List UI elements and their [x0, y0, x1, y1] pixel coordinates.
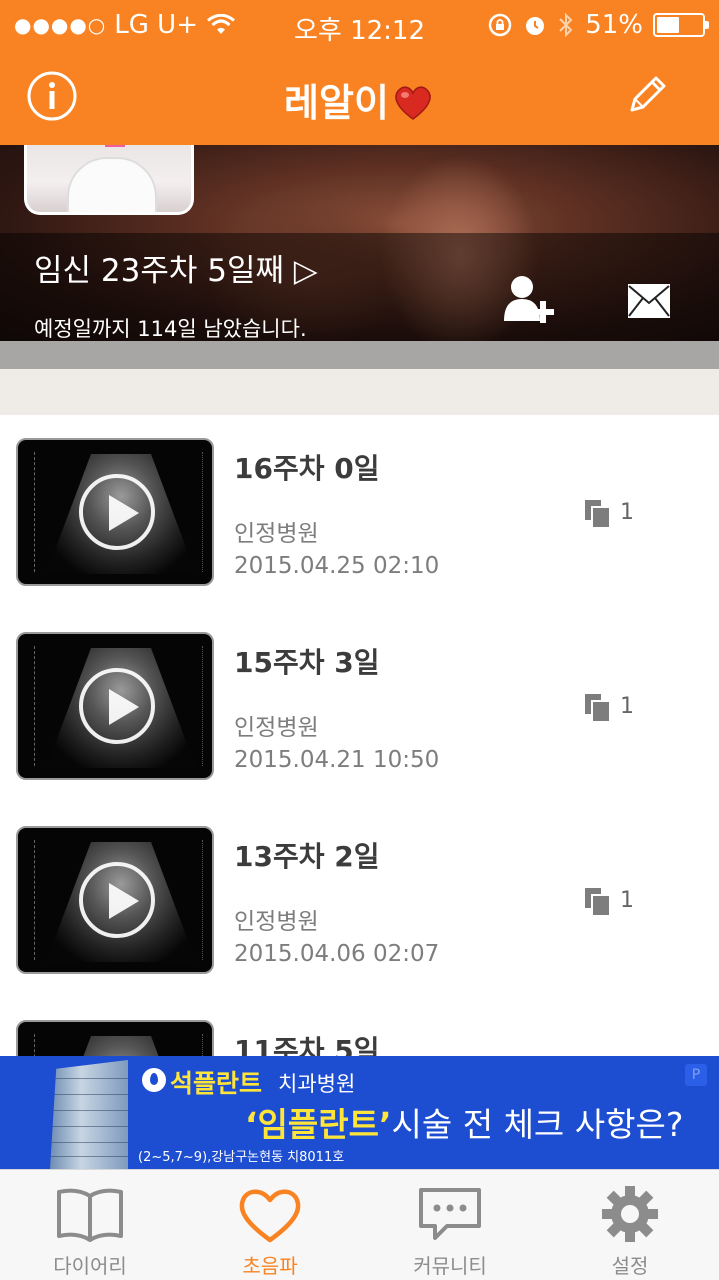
heart-icon — [239, 1189, 301, 1243]
battery-percent: 51% — [585, 10, 643, 40]
rotation-lock-icon — [488, 13, 512, 37]
ultrasound-item[interactable]: 16주차 0일 인정병원 2015.04.25 02:10 1 — [0, 415, 719, 609]
tab-label: 설정 — [611, 1254, 649, 1278]
copies-icon — [585, 888, 611, 917]
building-floor — [50, 1156, 128, 1157]
page-title: 레알이 — [0, 72, 719, 127]
tab-diary[interactable]: 다이어리 — [0, 1170, 180, 1280]
chat-bubble-icon — [419, 1188, 481, 1240]
item-hospital: 인정병원 — [234, 909, 319, 935]
item-title: 13주차 2일 — [234, 840, 380, 873]
video-thumbnail[interactable] — [16, 438, 214, 586]
tab-label: 초음파 — [242, 1254, 298, 1278]
ad-brand-sub: 치과병원 — [278, 1072, 356, 1096]
book-icon — [57, 1188, 123, 1242]
ultrasound-item[interactable]: 13주차 2일 인정병원 2015.04.06 02:07 1 — [0, 803, 719, 997]
tab-community[interactable]: 커뮤니티 — [360, 1170, 540, 1280]
play-icon[interactable] — [79, 862, 155, 938]
add-person-icon[interactable] — [500, 273, 556, 331]
building-floor — [50, 1110, 128, 1111]
item-hospital: 인정병원 — [234, 715, 319, 741]
item-count: 1 — [620, 888, 634, 913]
navigation-bar: 레알이 — [0, 50, 719, 145]
item-datetime: 2015.04.21 10:50 — [234, 747, 440, 773]
tab-ultrasound[interactable]: 초음파 — [180, 1170, 360, 1280]
ad-headline-rest: 시술 전 체크 사항은? — [391, 1105, 684, 1144]
profile-photo-subject — [67, 157, 157, 212]
copies-icon — [585, 500, 611, 529]
item-datetime: 2015.04.06 02:07 — [234, 941, 440, 967]
video-thumbnail[interactable] — [16, 632, 214, 780]
building-floor — [50, 1094, 128, 1095]
tab-label: 다이어리 — [53, 1254, 127, 1278]
tab-settings[interactable]: 설정 — [540, 1170, 719, 1280]
pregnancy-week[interactable]: 임신 23주차 5일째 ▷ — [34, 245, 318, 290]
ad-address: (2~5,7~9),강남구논현동 치8011호 — [138, 1150, 345, 1165]
scan-ruler — [34, 840, 36, 960]
battery-icon — [653, 13, 709, 37]
profile-photo[interactable] — [24, 145, 194, 215]
item-title: 16주차 0일 — [234, 452, 380, 485]
page-title-text: 레알이 — [284, 81, 389, 125]
top-bar: ●●●●○ LG U+ 오후 12:12 51% 레알이 — [0, 0, 719, 145]
section-spacer — [0, 369, 719, 415]
play-icon[interactable] — [79, 668, 155, 744]
mail-icon[interactable] — [627, 283, 671, 319]
gear-icon — [602, 1186, 658, 1242]
tab-bar: 다이어리 초음파 커뮤니티 설정 — [0, 1169, 719, 1280]
scan-ruler — [34, 646, 36, 766]
status-bar: ●●●●○ LG U+ 오후 12:12 51% — [0, 0, 719, 50]
due-date-countdown: 예정일까지 114일 남았습니다. — [34, 317, 307, 341]
item-count: 1 — [620, 694, 634, 719]
alarm-icon — [526, 17, 545, 35]
tooth-logo-icon — [142, 1068, 166, 1092]
item-count: 1 — [620, 500, 634, 525]
ad-mark-icon: P — [685, 1064, 707, 1086]
video-thumbnail[interactable] — [16, 826, 214, 974]
profile-header: 임신 23주차 5일째 ▷ 예정일까지 114일 남았습니다. — [0, 145, 719, 341]
bluetooth-icon — [559, 12, 573, 38]
play-icon[interactable] — [79, 474, 155, 550]
building-image — [50, 1060, 128, 1169]
scan-ruler — [34, 452, 36, 572]
ad-brand: 석플란트 — [170, 1069, 263, 1098]
heart-emoji-icon — [395, 86, 431, 120]
item-hospital: 인정병원 — [234, 521, 319, 547]
ad-headline-highlight: ‘임플란트’ — [245, 1105, 392, 1144]
header-divider — [0, 341, 719, 369]
ad-banner[interactable]: 석플란트 치과병원 ‘임플란트’시술 전 체크 사항은? (2~5,7~9),강… — [0, 1056, 719, 1169]
item-title: 15주차 3일 — [234, 646, 380, 679]
copies-icon — [585, 694, 611, 723]
ultrasound-item[interactable]: 15주차 3일 인정병원 2015.04.21 10:50 1 — [0, 609, 719, 803]
building-floor — [50, 1142, 128, 1143]
scan-ruler-right — [202, 646, 204, 766]
item-datetime: 2015.04.25 02:10 — [234, 553, 440, 579]
building-floor — [50, 1078, 128, 1079]
tab-label: 커뮤니티 — [413, 1254, 487, 1278]
scan-ruler-right — [202, 840, 204, 960]
profile-photo-accent — [105, 145, 125, 147]
pencil-icon[interactable] — [624, 72, 670, 118]
ad-headline: ‘임플란트’시술 전 체크 사항은? — [245, 1098, 683, 1146]
building-floor — [50, 1126, 128, 1127]
scan-ruler-right — [202, 452, 204, 572]
